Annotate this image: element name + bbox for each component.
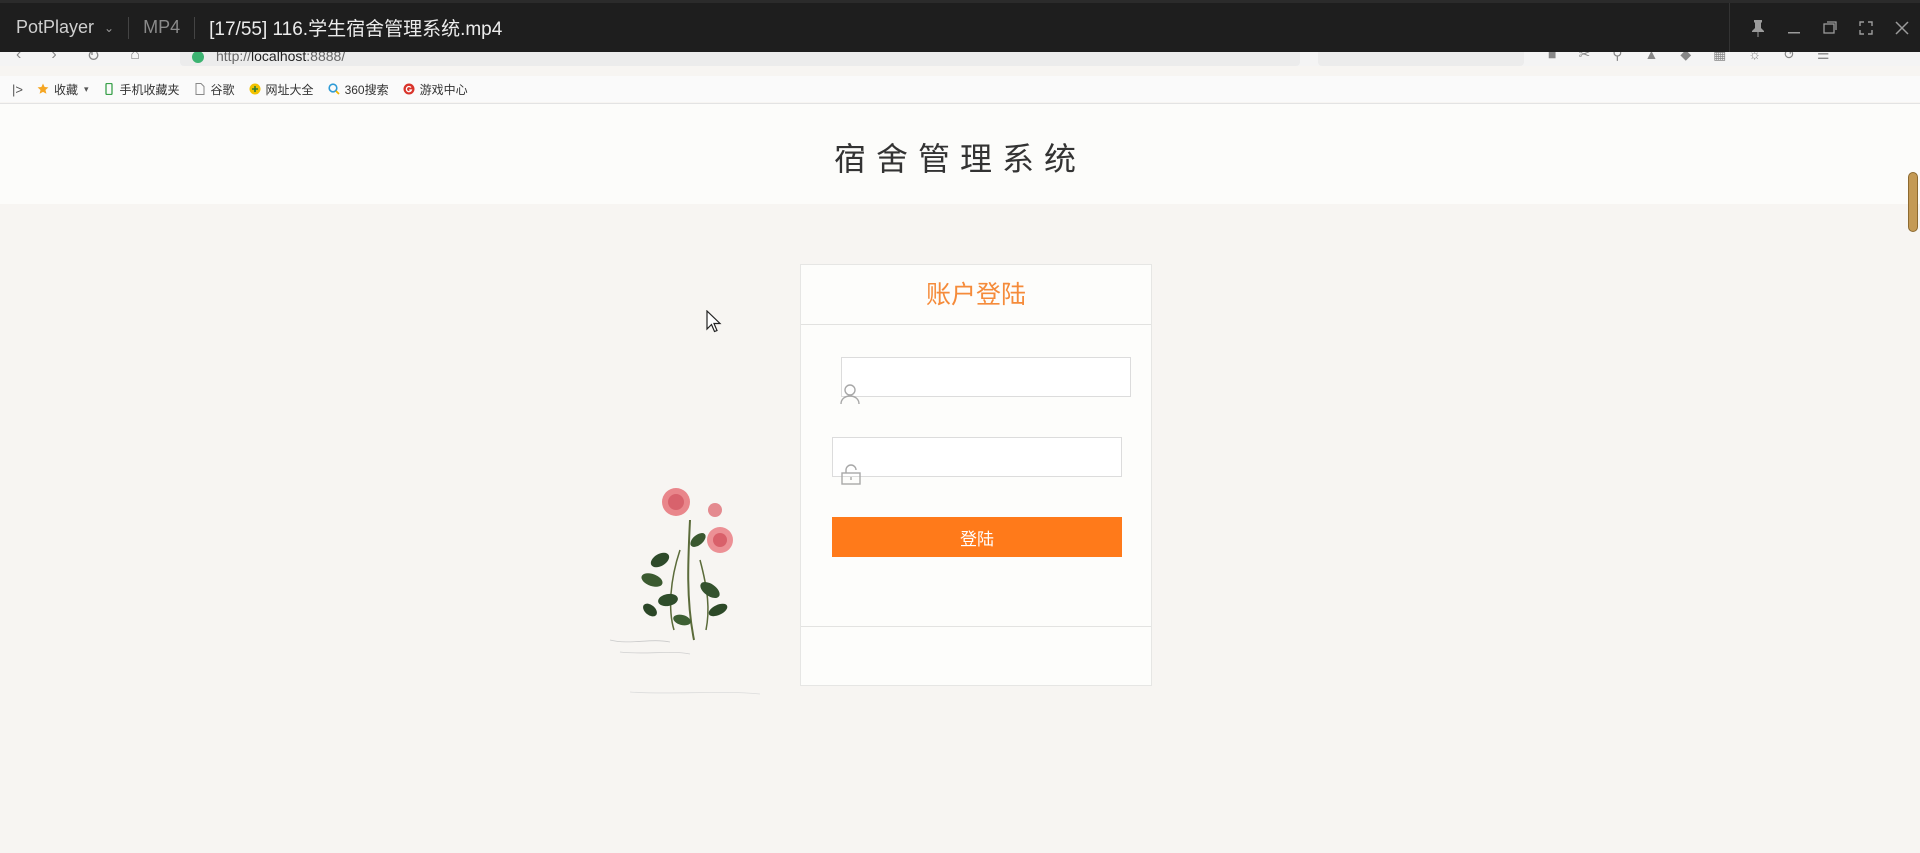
globe-icon — [249, 83, 261, 95]
bookmark-label: 网址大全 — [265, 82, 314, 97]
scissors-icon[interactable]: ✂ — [1578, 52, 1590, 63]
player-menu-button[interactable]: PotPlayer ⌄ — [0, 17, 114, 38]
pin-icon[interactable] — [1740, 10, 1776, 46]
menu-icon[interactable]: ☰ — [1817, 52, 1830, 63]
separator — [194, 16, 196, 39]
shield-icon[interactable]: ◆ — [1680, 52, 1691, 63]
page-header: 宿舍管理系统 — [0, 104, 1920, 204]
caret-down-icon[interactable]: ▾ — [84, 84, 89, 95]
login-heading: 账户登陆 — [801, 265, 1151, 325]
game-icon — [403, 83, 415, 95]
phone-icon — [104, 83, 113, 95]
username-input[interactable] — [842, 358, 1130, 396]
rose-illustration — [609, 488, 761, 695]
bookmark-label: 游戏中心 — [419, 82, 468, 97]
player-titlebar: PotPlayer ⌄ MP4 [17/55] 116.学生宿舍管理系统.mp4 — [0, 0, 1920, 52]
nav-buttons: ‹ › ↻ ⌂ — [16, 52, 140, 66]
bookmark-label: 收藏 — [53, 82, 78, 97]
window-controls — [1729, 3, 1920, 52]
translate-icon[interactable]: ■ — [1548, 52, 1556, 63]
close-icon[interactable] — [1884, 10, 1920, 46]
bookmark-360-search[interactable]: 360搜索 — [327, 81, 389, 98]
url-prefix: http:// — [216, 52, 252, 64]
bookmark-label: 360搜索 — [344, 82, 389, 97]
mouse-cursor-icon — [706, 310, 722, 333]
bookmark-game-center[interactable]: 游戏中心 — [403, 81, 468, 98]
url-suffix: :8888/ — [306, 52, 346, 64]
bookmarks-bar: |> 收藏 ▾ 手机收藏夹 谷歌 网址大全 360搜索 游戏中心 — [0, 76, 1920, 102]
search-360-icon — [327, 83, 340, 95]
bookmark-directory[interactable]: 网址大全 — [249, 81, 314, 98]
login-card: 账户登陆 登陆 — [800, 264, 1152, 686]
player-app-name: PotPlayer — [16, 17, 95, 37]
apps-icon[interactable]: ▦ — [1713, 52, 1726, 63]
browser-search-box[interactable] — [1318, 52, 1524, 66]
brightness-icon[interactable]: ☼ — [1748, 52, 1761, 63]
page-title: 宿舍管理系统 — [833, 141, 1086, 177]
chevron-down-icon: ⌄ — [104, 20, 115, 35]
sidebar-toggle-icon[interactable]: |> — [12, 82, 23, 97]
username-field[interactable] — [841, 357, 1131, 397]
url-host: localhost — [251, 52, 307, 64]
page-icon — [195, 83, 205, 95]
file-title: [17/55] 116.学生宿舍管理系统.mp4 — [209, 19, 503, 40]
bookmark-mobile[interactable]: 手机收藏夹 — [103, 81, 180, 98]
bookmark-favorites[interactable]: 收藏 ▾ — [37, 81, 89, 98]
fullscreen-icon[interactable] — [1848, 10, 1884, 46]
page-scrollbar-thumb[interactable] — [1908, 172, 1918, 232]
bookmark-label: 谷歌 — [210, 82, 235, 97]
restore-icon[interactable] — [1812, 10, 1848, 46]
lock-icon — [841, 464, 861, 485]
game-icon[interactable]: ▲ — [1644, 52, 1658, 63]
login-button[interactable]: 登陆 — [832, 517, 1122, 557]
minimize-icon[interactable] — [1776, 10, 1812, 46]
card-footer-divider — [801, 626, 1151, 627]
star-icon — [37, 83, 49, 94]
url-text[interactable]: http://localhost:8888/ — [216, 52, 345, 64]
back-icon[interactable]: ‹ — [16, 52, 21, 66]
bookmark-google[interactable]: 谷歌 — [194, 81, 235, 98]
forward-icon[interactable]: › — [51, 52, 56, 66]
password-field[interactable] — [832, 437, 1122, 477]
browser-navbar: ‹ › ↻ ⌂ http://localhost:8888/ ■ ✂ ⚲ ▲ ◆… — [0, 52, 1920, 66]
home-icon[interactable]: ⌂ — [130, 52, 140, 66]
format-label: MP4 — [143, 17, 181, 37]
separator — [128, 16, 130, 39]
undo-icon[interactable]: ↺ — [1783, 52, 1795, 63]
password-input[interactable] — [833, 438, 1121, 476]
reload-icon[interactable]: ↻ — [87, 52, 100, 66]
browser-toolbar: ■ ✂ ⚲ ▲ ◆ ▦ ☼ ↺ ☰ — [1548, 52, 1829, 63]
user-icon — [840, 384, 860, 405]
address-bar[interactable] — [180, 52, 1300, 66]
search-icon[interactable]: ⚲ — [1612, 52, 1622, 63]
bookmark-label: 手机收藏夹 — [119, 82, 180, 97]
